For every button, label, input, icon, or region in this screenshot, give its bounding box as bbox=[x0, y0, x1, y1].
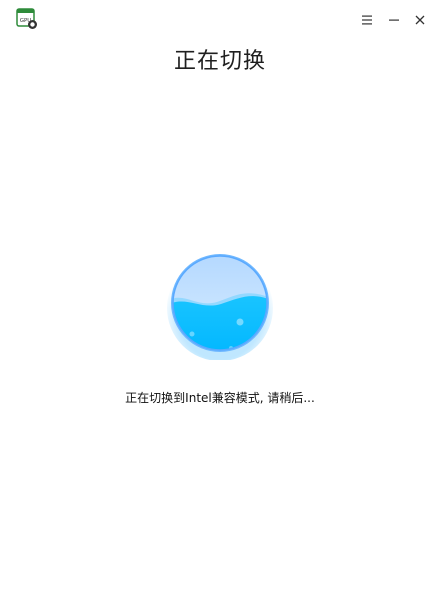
close-button[interactable] bbox=[408, 8, 432, 32]
gpu-switch-window: GPU 正在切换 正在切换到Intel兼容模式, 请稍后... bbox=[0, 0, 440, 600]
progress-orb bbox=[165, 250, 275, 361]
minimize-button[interactable] bbox=[382, 8, 406, 32]
close-icon bbox=[415, 15, 425, 25]
minimize-icon bbox=[389, 19, 399, 21]
menu-button[interactable] bbox=[355, 8, 379, 32]
water-orb-icon bbox=[167, 254, 273, 361]
status-message: 正在切换到Intel兼容模式, 请稍后... bbox=[125, 391, 315, 405]
titlebar: GPU bbox=[0, 0, 440, 40]
page-title: 正在切换 bbox=[173, 49, 266, 74]
gpu-app-icon: GPU bbox=[16, 8, 38, 30]
hamburger-menu-icon bbox=[362, 15, 372, 25]
